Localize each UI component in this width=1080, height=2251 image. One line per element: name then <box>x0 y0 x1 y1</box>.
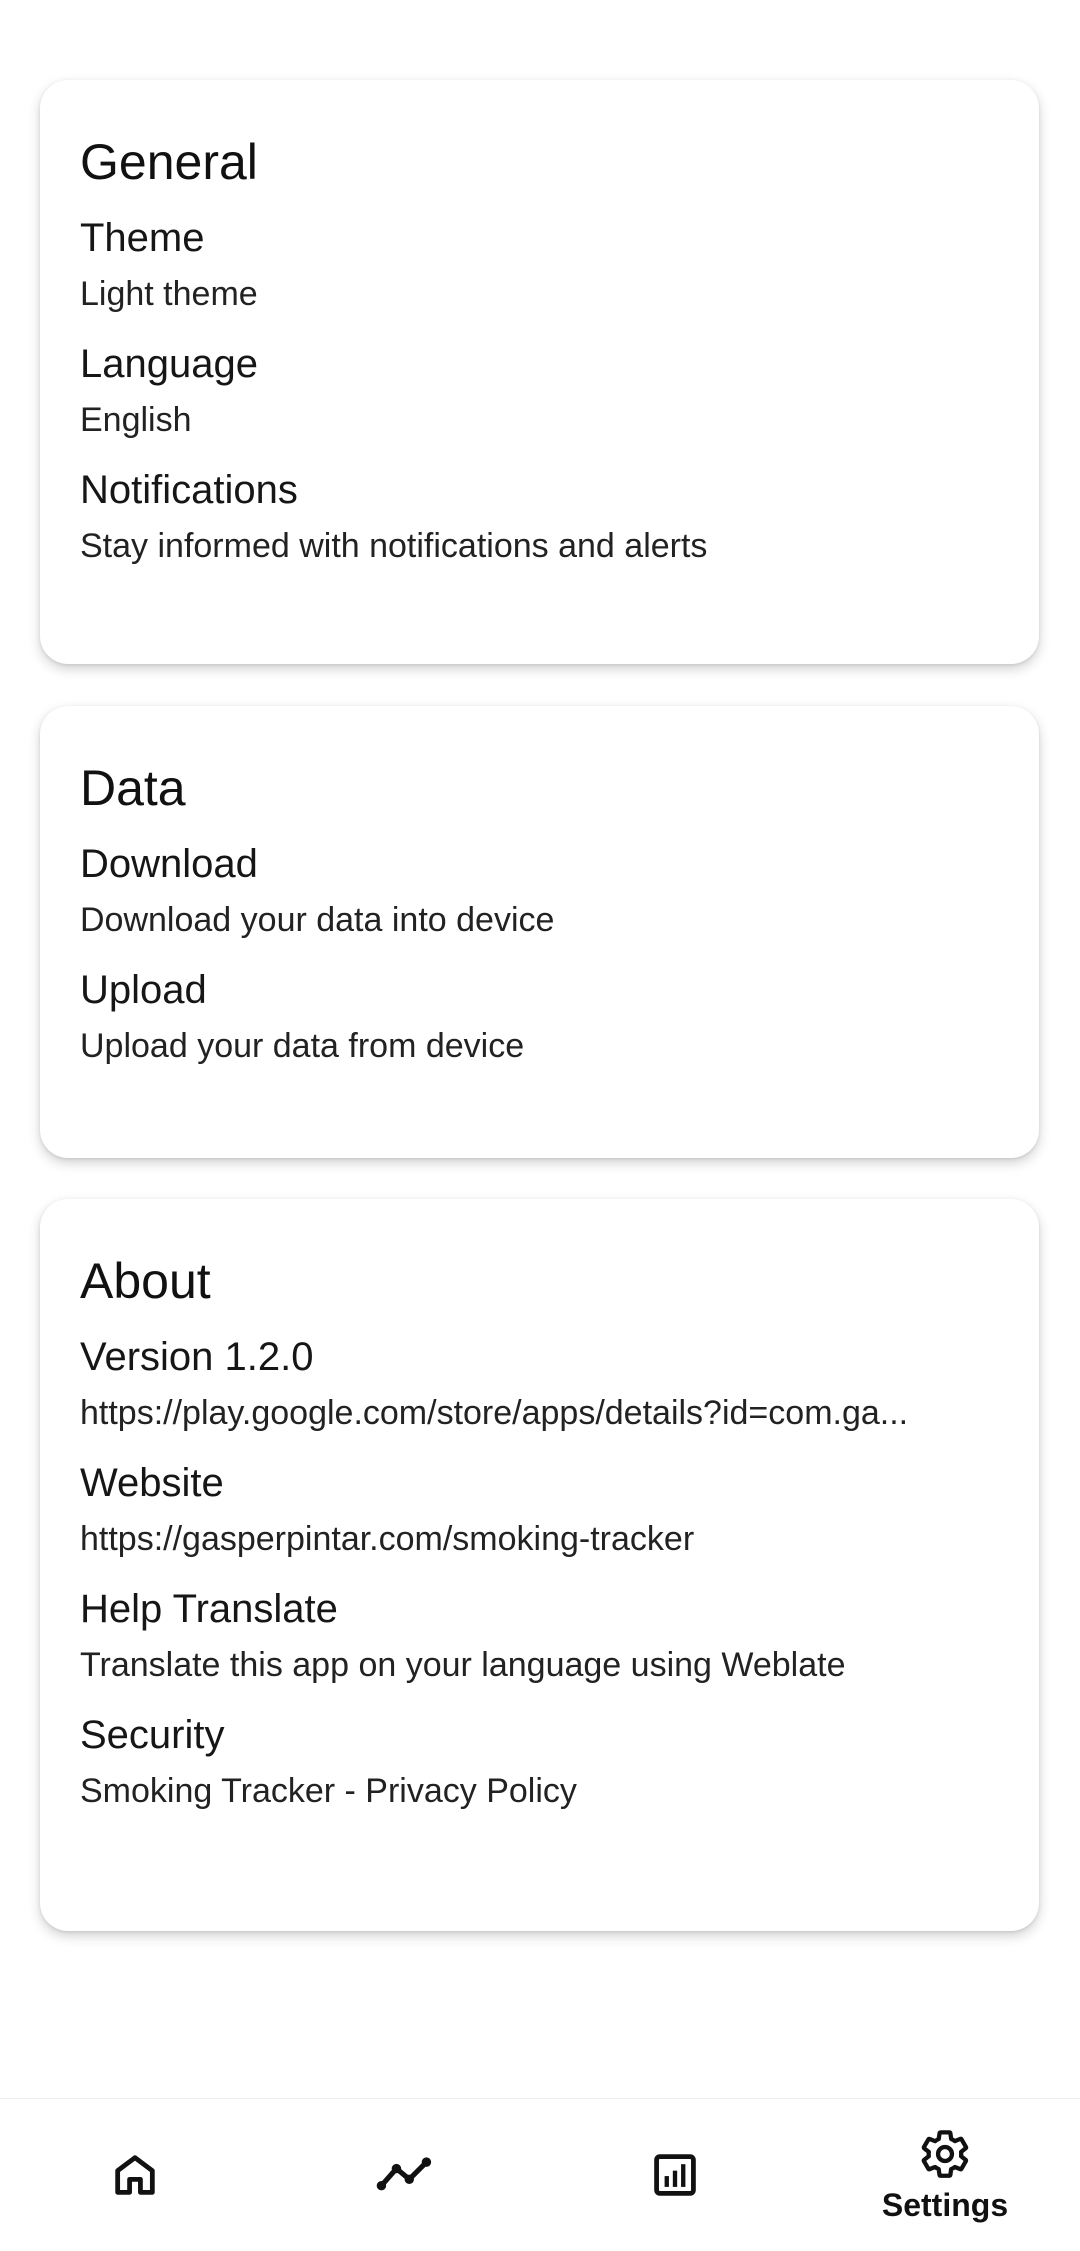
trend-icon <box>375 2149 435 2201</box>
general-card: General Theme Light theme Language Engli… <box>40 80 1039 664</box>
language-value: English <box>80 401 192 439</box>
notifications-title: Notifications <box>80 468 298 512</box>
data-title: Data <box>80 760 186 816</box>
stats-icon <box>649 2149 701 2201</box>
nav-home[interactable] <box>0 2099 270 2251</box>
security-description: Smoking Tracker - Privacy Policy <box>80 1772 577 1810</box>
nav-trends[interactable] <box>270 2099 540 2251</box>
notifications-description: Stay informed with notifications and ale… <box>80 527 708 565</box>
about-card: About Version 1.2.0 https://play.google.… <box>40 1199 1039 1931</box>
theme-title: Theme <box>80 216 205 260</box>
gear-icon <box>918 2127 972 2181</box>
website-link: https://gasperpintar.com/smoking-tracker <box>80 1520 695 1558</box>
website-title: Website <box>80 1461 224 1505</box>
website-setting[interactable]: Website https://gasperpintar.com/smoking… <box>80 1459 999 1561</box>
upload-setting[interactable]: Upload Upload your data from device <box>80 966 999 1068</box>
help-translate-setting[interactable]: Help Translate Translate this app on you… <box>80 1585 999 1687</box>
version-link: https://play.google.com/store/apps/detai… <box>80 1394 909 1432</box>
help-translate-description: Translate this app on your language usin… <box>80 1646 846 1684</box>
general-title: General <box>80 134 258 190</box>
version-title: Version 1.2.0 <box>80 1335 314 1379</box>
theme-setting[interactable]: Theme Light theme <box>80 214 999 316</box>
upload-description: Upload your data from device <box>80 1027 525 1065</box>
download-setting[interactable]: Download Download your data into device <box>80 840 999 942</box>
security-title: Security <box>80 1713 225 1757</box>
about-title: About <box>80 1253 211 1309</box>
nav-statistics[interactable] <box>540 2099 810 2251</box>
data-card: Data Download Download your data into de… <box>40 706 1039 1158</box>
download-description: Download your data into device <box>80 901 555 939</box>
help-translate-title: Help Translate <box>80 1587 338 1631</box>
bottom-navigation: Settings <box>0 2098 1080 2251</box>
language-setting[interactable]: Language English <box>80 340 999 442</box>
language-title: Language <box>80 342 258 386</box>
notifications-setting[interactable]: Notifications Stay informed with notific… <box>80 466 999 568</box>
security-setting[interactable]: Security Smoking Tracker - Privacy Polic… <box>80 1711 999 1813</box>
nav-settings[interactable]: Settings <box>810 2099 1080 2251</box>
settings-nav-label: Settings <box>881 2186 1009 2223</box>
upload-title: Upload <box>80 968 207 1012</box>
version-setting[interactable]: Version 1.2.0 https://play.google.com/st… <box>80 1333 999 1435</box>
home-icon <box>109 2149 161 2201</box>
theme-value: Light theme <box>80 275 258 313</box>
download-title: Download <box>80 842 258 886</box>
